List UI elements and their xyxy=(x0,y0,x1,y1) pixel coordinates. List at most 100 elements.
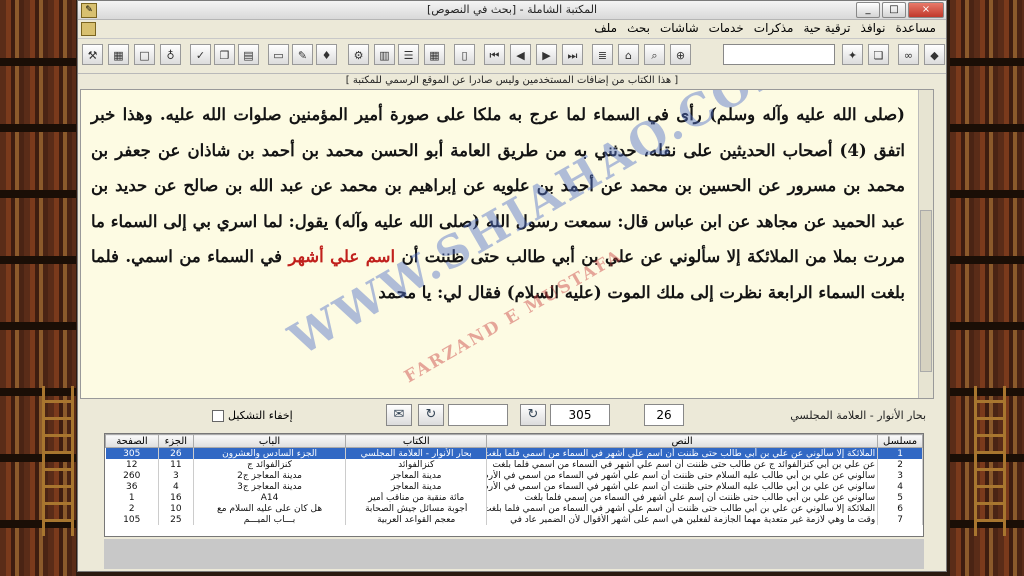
marker-icon[interactable]: ♦ xyxy=(316,44,337,65)
menu-help[interactable]: مساعدة xyxy=(893,21,938,35)
last-page-icon[interactable]: ⏭ xyxy=(562,44,583,65)
col-page[interactable]: الصفحة xyxy=(105,434,160,448)
zoom-icon[interactable]: ⊕ xyxy=(670,44,691,65)
title-bar: ✎ المكتبة الشاملة - [بحث في النصوص] _ □ … xyxy=(78,1,946,20)
grid-icon[interactable]: ▦ xyxy=(424,44,445,65)
cell: الملائكة إلا سألوني عن علي بن أبي طالب ح… xyxy=(486,447,879,459)
find-icon[interactable]: ♁ xyxy=(160,44,181,65)
part-number-field[interactable]: 26 xyxy=(644,404,684,426)
cell: مدينة المعاجز xyxy=(345,481,488,492)
hide-diacritics-toggle[interactable]: إخفاء التشكيل xyxy=(212,409,293,422)
table-row[interactable]: 5 سالوني عن علي بن أبي طالب حتى ظننت أن إ… xyxy=(105,492,923,503)
app-window: ✎ المكتبة الشاملة - [بحث في النصوص] _ □ … xyxy=(77,0,947,572)
table-row[interactable]: 7 وقت ما وهي لازمة غير متعدية مهما الجازم… xyxy=(105,514,923,525)
cell: مدينة المعاجز xyxy=(345,470,488,481)
folder-icon[interactable]: ▭ xyxy=(268,44,289,65)
index-icon[interactable]: ≣ xyxy=(592,44,613,65)
table-row[interactable]: 3 سالوني عن علي بن أبي طالب عليه السلام ح… xyxy=(105,470,923,481)
cell: 2 xyxy=(105,503,160,514)
cell: 36 xyxy=(105,481,160,492)
cell: 16 xyxy=(158,492,194,503)
open-folder-icon[interactable]: ⌂ xyxy=(618,44,639,65)
cell: 5 xyxy=(877,492,923,503)
menu-notes[interactable]: مذكرات xyxy=(752,21,796,35)
first-page-icon[interactable]: ⏮ xyxy=(484,44,505,65)
page-number-field[interactable]: 305 xyxy=(550,404,610,426)
cell: 105 xyxy=(105,514,160,525)
menu-file[interactable]: ملف xyxy=(592,21,619,35)
close-button[interactable]: × xyxy=(908,2,944,18)
cell: 11 xyxy=(158,459,194,470)
table-row[interactable]: 2 عن علي بن أبي كنزالفوائد ج عن طالب حتى … xyxy=(105,459,923,470)
tools-icon[interactable]: ⚒ xyxy=(82,44,103,65)
current-book-name: بحار الأنوار - العلامة المجلسي xyxy=(790,409,926,422)
windows-icon[interactable]: ❏ xyxy=(868,44,889,65)
text-scrollbar[interactable] xyxy=(918,90,933,398)
new-page-icon[interactable]: □ xyxy=(134,44,155,65)
cell: A14 xyxy=(193,492,347,503)
pencil-icon[interactable]: ✎ xyxy=(292,44,313,65)
col-book[interactable]: الكتاب xyxy=(345,434,488,448)
cell: 6 xyxy=(877,503,923,514)
book-notice: [ هذا الكتاب من إضافات المستخدمين وليس ص… xyxy=(345,75,679,86)
bookshelf-left xyxy=(0,0,76,576)
cell: كنزالفوائد xyxy=(345,459,488,470)
cell: عن علي بن أبي كنزالفوائد ج عن طالب حتى ظ… xyxy=(486,459,879,470)
menu-bar: ملف بحث شاشات خدمات مذكرات ترقية حية نوا… xyxy=(78,20,946,39)
cell: كنزالفوائد ج xyxy=(193,459,347,470)
secondary-field[interactable] xyxy=(448,404,508,426)
calculator-icon[interactable]: ▦ xyxy=(108,44,129,65)
book-text: (صلى الله عليه وآله وسلم) رأى في السماء … xyxy=(81,90,933,310)
scrollbar-thumb[interactable] xyxy=(920,210,932,372)
go-page-button[interactable]: ↻ xyxy=(520,404,546,426)
col-chapter[interactable]: الباب xyxy=(192,434,347,448)
menu-screens[interactable]: شاشات xyxy=(658,21,701,35)
book-icon[interactable]: ▯ xyxy=(454,44,475,65)
menu-windows[interactable]: نوافذ xyxy=(859,21,888,35)
check-icon[interactable]: ✓ xyxy=(190,44,211,65)
go-secondary-button[interactable]: ↻ xyxy=(418,404,444,426)
cell: بـــاب الميـــم xyxy=(193,514,347,525)
document-icon xyxy=(81,22,96,36)
cell: 260 xyxy=(105,470,160,481)
copy-icon[interactable]: ❐ xyxy=(214,44,235,65)
window-title: المكتبة الشاملة - [بحث في النصوص] xyxy=(426,3,598,16)
cell: 4 xyxy=(158,481,194,492)
search-book-icon[interactable]: ⌕ xyxy=(644,44,665,65)
col-part[interactable]: الجزء xyxy=(158,434,194,448)
bookshelf-right xyxy=(950,0,1024,576)
cell: 10 xyxy=(158,503,194,514)
col-serial[interactable]: مسلسل xyxy=(877,434,923,448)
book-text-pane[interactable]: (صلى الله عليه وآله وسلم) رأى في السماء … xyxy=(80,89,934,399)
menu-search[interactable]: بحث xyxy=(625,21,652,35)
cell: وقت ما وهي لازمة غير متعدية مهما الجازمة… xyxy=(486,514,879,525)
page-navigator: بحار الأنوار - العلامة المجلسي 26 305 ↻ … xyxy=(80,401,934,431)
list-icon[interactable]: ☰ xyxy=(398,44,419,65)
table-row[interactable]: 4 سالوني عن علي بن أبي طالب عليه السلام ح… xyxy=(105,481,923,492)
next-page-icon[interactable]: ▶ xyxy=(536,44,557,65)
minimize-button[interactable]: _ xyxy=(856,2,880,18)
menu-services[interactable]: خدمات xyxy=(707,21,746,35)
hide-diacritics-label: إخفاء التشكيل xyxy=(228,409,293,422)
menu-live-update[interactable]: ترقية حية xyxy=(801,21,852,35)
cell: 7 xyxy=(877,514,923,525)
maximize-button[interactable]: □ xyxy=(882,2,906,18)
table-row[interactable]: 6 الملائكة إلا سألوني عن علي بن أبي طالب … xyxy=(105,503,923,514)
prev-page-icon[interactable]: ◀ xyxy=(510,44,531,65)
cell: هل كان على عليه السلام مع xyxy=(193,503,347,514)
settings-icon[interactable]: ⚙ xyxy=(348,44,369,65)
cell: 3 xyxy=(158,470,194,481)
cell: 305 xyxy=(105,447,160,459)
col-text[interactable]: النص xyxy=(486,434,879,448)
search-input[interactable] xyxy=(723,44,835,65)
hide-diacritics-checkbox[interactable] xyxy=(212,409,224,422)
table-row[interactable]: 1 الملائكة إلا سألوني عن علي بن أبي طالب … xyxy=(105,447,923,459)
cell: معجم القواعد العربية xyxy=(345,514,488,525)
cell: مدينة المعاجز ج3 xyxy=(193,481,347,492)
note-icon[interactable]: ▥ xyxy=(374,44,395,65)
new-folder-icon[interactable]: ✦ xyxy=(842,44,863,65)
open-book-button[interactable]: ✉ xyxy=(386,404,412,426)
paste-icon[interactable]: ▤ xyxy=(238,44,259,65)
library-icon[interactable]: ◆ xyxy=(924,44,945,65)
glasses-icon[interactable]: ∞ xyxy=(898,44,919,65)
